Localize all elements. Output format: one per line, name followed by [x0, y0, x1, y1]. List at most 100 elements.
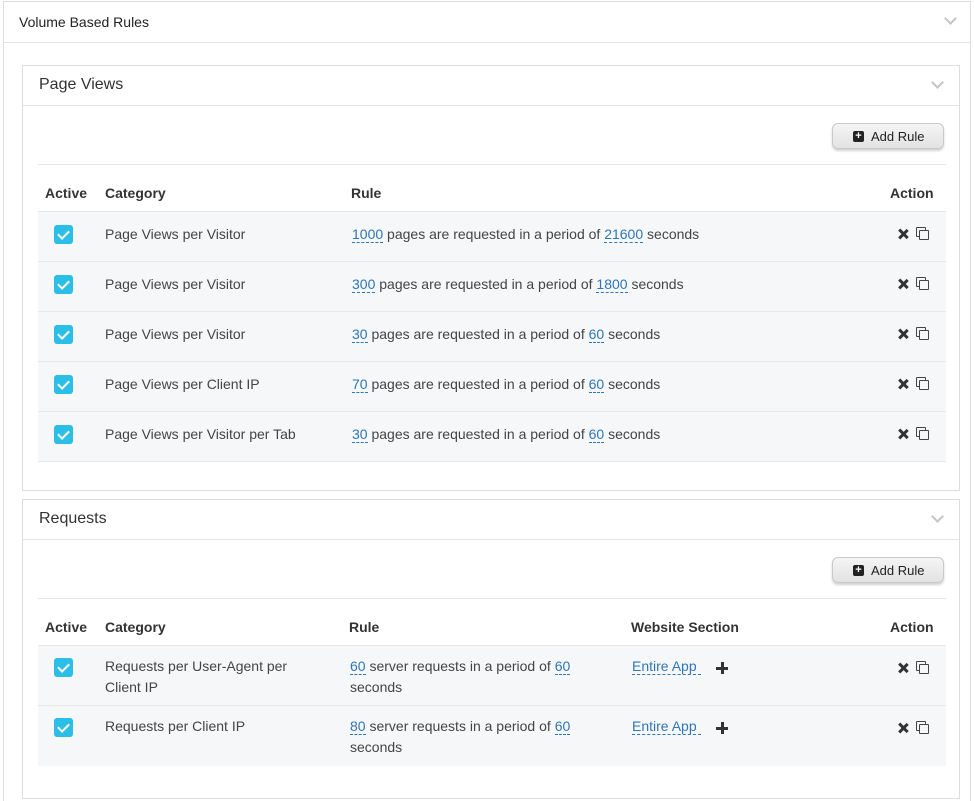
delete-icon[interactable] — [898, 329, 908, 339]
category-text: Requests per Client IP — [105, 716, 245, 737]
table-row: Page Views per Visitor 30 pages are requ… — [38, 312, 946, 362]
copy-icon[interactable] — [916, 377, 930, 391]
add-rule-button[interactable]: + Add Rule — [832, 557, 944, 583]
rule-mid-text: pages are requested in a period of — [379, 276, 593, 292]
copy-icon[interactable] — [916, 227, 930, 241]
page-count-value[interactable]: 1000 — [352, 226, 384, 243]
chevron-down-icon[interactable] — [944, 12, 957, 25]
divider — [38, 164, 946, 165]
column-header-category: Category — [105, 619, 166, 635]
column-header-action: Action — [890, 185, 934, 201]
delete-icon[interactable] — [898, 663, 908, 673]
category-line: Requests per User-Agent per — [105, 658, 288, 674]
delete-icon[interactable] — [898, 429, 908, 439]
add-rule-label: Add Rule — [871, 129, 925, 144]
period-value[interactable]: 60 — [588, 376, 605, 393]
website-section-cell: Entire App — [632, 716, 701, 737]
plus-square-icon: + — [853, 565, 864, 576]
copy-icon[interactable] — [916, 327, 930, 341]
table-row: Page Views per Visitor 1000 pages are re… — [38, 212, 946, 262]
column-header-rule: Rule — [349, 619, 380, 635]
page-views-title: Page Views — [39, 76, 124, 93]
rule-mid-text: pages are requested in a period of — [371, 326, 585, 342]
copy-icon[interactable] — [916, 277, 930, 291]
page-count-value[interactable]: 70 — [352, 376, 368, 393]
website-section-cell: Entire App — [632, 656, 701, 677]
category-text: Page Views per Client IP — [105, 376, 260, 392]
column-header-category: Category — [105, 185, 166, 201]
rule-text: 80 server requests in a period of 60 sec… — [350, 716, 610, 758]
category-text: Page Views per Visitor — [105, 226, 246, 242]
period-value[interactable]: 60 — [554, 658, 571, 675]
rule-mid-text: pages are requested in a period of — [387, 226, 601, 242]
page-count-value[interactable]: 30 — [352, 426, 368, 443]
period-value[interactable]: 60 — [588, 326, 605, 343]
period-value[interactable]: 60 — [588, 426, 605, 443]
category-text: Page Views per Visitor — [105, 326, 246, 342]
divider — [38, 598, 946, 599]
rule-unit-text: seconds — [631, 276, 684, 292]
rule-mid-text: pages are requested in a period of — [371, 376, 585, 392]
add-rule-label: Add Rule — [871, 563, 925, 578]
rule-text: 60 server requests in a period of 60 sec… — [350, 656, 610, 698]
period-value[interactable]: 1800 — [596, 276, 628, 293]
requests-panel: Requests + Add Rule Active Category Rule… — [22, 499, 960, 799]
rule-unit-text: seconds — [608, 426, 661, 442]
requests-header[interactable]: Requests — [23, 500, 959, 540]
add-rule-button[interactable]: + Add Rule — [832, 123, 944, 149]
copy-icon[interactable] — [916, 721, 930, 735]
copy-icon[interactable] — [916, 661, 930, 675]
rule-text: 1000 pages are requested in a period of … — [352, 224, 699, 245]
active-checkbox[interactable] — [54, 658, 73, 677]
page-count-value[interactable]: 30 — [352, 326, 368, 343]
volume-based-rules-header[interactable]: Volume Based Rules — [4, 2, 970, 43]
active-checkbox[interactable] — [54, 375, 73, 394]
copy-icon[interactable] — [916, 427, 930, 441]
category-text: Page Views per Visitor per Tab — [105, 426, 296, 442]
table-row: Page Views per Visitor 300 pages are req… — [38, 262, 946, 312]
column-header-rule: Rule — [351, 185, 382, 201]
table-row: Page Views per Client IP 70 pages are re… — [38, 362, 946, 412]
plus-icon[interactable] — [716, 722, 728, 734]
active-checkbox[interactable] — [54, 225, 73, 244]
chevron-down-icon[interactable] — [931, 510, 944, 523]
volume-based-rules-title: Volume Based Rules — [19, 14, 149, 30]
delete-icon[interactable] — [898, 723, 908, 733]
column-header-action: Action — [890, 619, 934, 635]
table-row: Requests per Client IP 80 server request… — [38, 706, 946, 766]
active-checkbox[interactable] — [54, 325, 73, 344]
page-views-header[interactable]: Page Views — [23, 66, 959, 106]
website-section-value[interactable]: Entire App — [632, 658, 701, 675]
request-count-value[interactable]: 60 — [350, 658, 366, 675]
rule-unit-text: seconds — [350, 679, 403, 695]
request-count-value[interactable]: 80 — [350, 718, 366, 735]
column-header-website-section: Website Section — [631, 619, 739, 635]
column-header-active: Active — [45, 185, 88, 201]
delete-icon[interactable] — [898, 229, 908, 239]
chevron-down-icon[interactable] — [931, 76, 944, 89]
website-section-value[interactable]: Entire App — [632, 718, 701, 735]
table-row: Page Views per Visitor per Tab 30 pages … — [38, 412, 946, 462]
rule-unit-text: seconds — [647, 226, 700, 242]
rule-text: 70 pages are requested in a period of 60… — [352, 374, 660, 395]
volume-based-rules-section: Volume Based Rules Page Views + Add Rule… — [3, 1, 971, 801]
active-checkbox[interactable] — [54, 718, 73, 737]
category-text: Page Views per Visitor — [105, 276, 246, 292]
rule-text: 30 pages are requested in a period of 60… — [352, 424, 660, 445]
period-value[interactable]: 21600 — [604, 226, 644, 243]
delete-icon[interactable] — [898, 379, 908, 389]
rule-mid-text: server requests in a period of — [369, 718, 551, 734]
rule-mid-text: pages are requested in a period of — [371, 426, 585, 442]
column-header-active: Active — [45, 619, 88, 635]
delete-icon[interactable] — [898, 279, 908, 289]
rule-mid-text: server requests in a period of — [369, 658, 551, 674]
period-value[interactable]: 60 — [554, 718, 571, 735]
plus-icon[interactable] — [716, 662, 728, 674]
page-count-value[interactable]: 300 — [352, 276, 376, 293]
category-line: Client IP — [105, 679, 158, 695]
active-checkbox[interactable] — [54, 425, 73, 444]
active-checkbox[interactable] — [54, 275, 73, 294]
rule-text: 300 pages are requested in a period of 1… — [352, 274, 684, 295]
rule-text: 30 pages are requested in a period of 60… — [352, 324, 660, 345]
plus-square-icon: + — [853, 131, 864, 142]
